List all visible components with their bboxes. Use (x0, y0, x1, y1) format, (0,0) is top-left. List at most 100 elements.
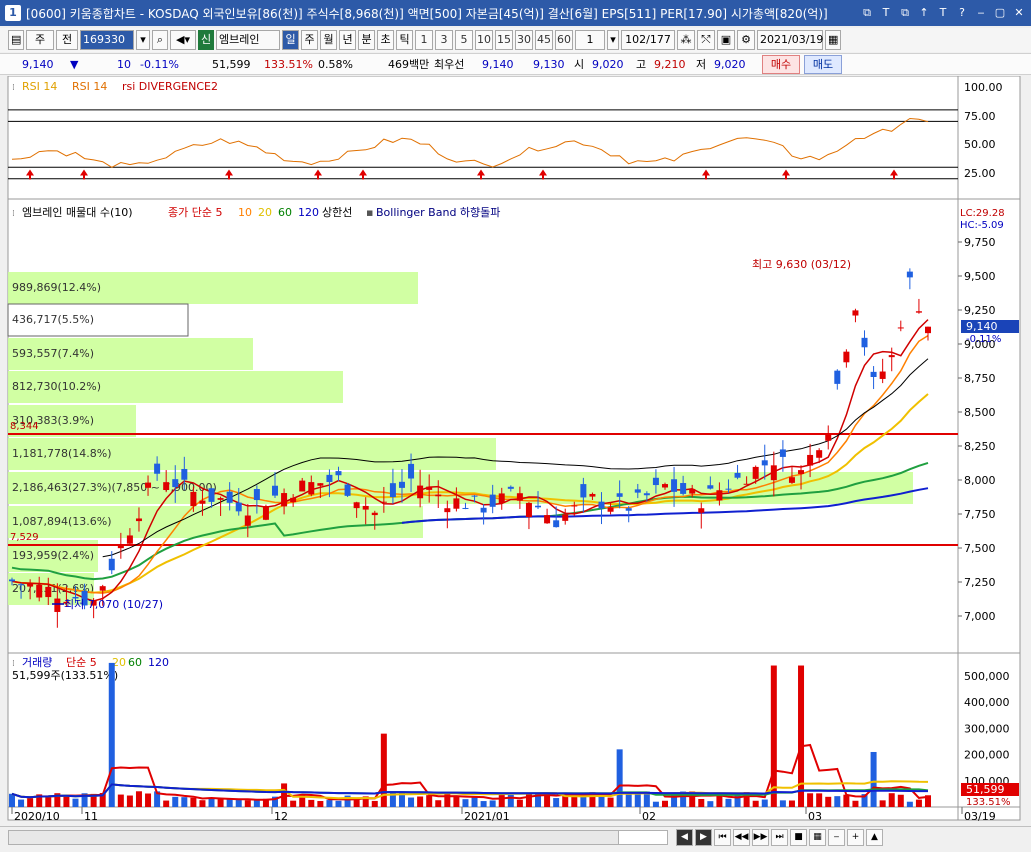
rsi-legend-item[interactable]: RSI 14 (22, 80, 57, 93)
volume: 51,599 (212, 57, 251, 71)
volume-profile-label: 1,087,894(13.6%) (12, 515, 112, 528)
price-legend-item[interactable]: 60 (278, 206, 292, 219)
price-legend-item[interactable]: 20 (258, 206, 272, 219)
settings-icon[interactable]: ⚙ (737, 30, 755, 50)
prev-page-button[interactable]: ◀◀ (733, 829, 750, 846)
price-legend-item[interactable]: 엠브레인 매물대 수(10) (22, 206, 133, 219)
horizontal-scrollbar[interactable] (8, 830, 668, 845)
candle-body (544, 515, 551, 524)
price-legend-item[interactable]: 상한선 (322, 206, 352, 219)
period-month[interactable]: 월 (320, 30, 337, 50)
low-annotation: 최저 7,070 (10/27) (64, 598, 163, 611)
scroll-thumb[interactable] (9, 831, 619, 844)
candle-body (462, 507, 469, 509)
interval-15[interactable]: 15 (495, 30, 513, 50)
sell-button[interactable]: 매도 (804, 55, 842, 74)
minimize-button[interactable]: ‒ (973, 5, 989, 21)
period-minute[interactable]: 분 (358, 30, 375, 50)
interval-input[interactable]: 1 (575, 30, 605, 50)
price-axis-label: 7,250 (964, 576, 996, 589)
link-icon[interactable]: ⧉ (859, 5, 875, 21)
period-tick[interactable]: 틱 (396, 30, 413, 50)
high-label: 고 (636, 58, 647, 71)
scroll-right-button[interactable]: ▶ (695, 829, 712, 846)
volume-bar (798, 665, 805, 807)
interval-10[interactable]: 10 (475, 30, 493, 50)
stop-button[interactable]: ■ (790, 829, 807, 846)
grid-toggle-button[interactable]: ▦ (809, 829, 826, 846)
search-icon[interactable]: ⌕ (152, 30, 168, 50)
interval-3[interactable]: 3 (435, 30, 453, 50)
scroll-left-button[interactable]: ◀ (676, 829, 693, 846)
volume-bar (45, 795, 52, 807)
price-legend-item[interactable]: Bollinger Band 하향돌파 (376, 205, 500, 219)
interval-30[interactable]: 30 (515, 30, 533, 50)
amount: 469백만 (388, 58, 430, 71)
calendar-icon[interactable]: ▦ (825, 30, 841, 50)
rsi-legend-item[interactable]: RSI 14 (72, 80, 107, 93)
next-page-button[interactable]: ▶▶ (752, 829, 769, 846)
period-year[interactable]: 년 (339, 30, 356, 50)
x-axis-label: 03/19 (964, 810, 996, 823)
book-icon[interactable]: ▤ (8, 30, 24, 50)
volume-bar (698, 798, 705, 807)
candle-body (408, 463, 415, 479)
candle-body (326, 474, 333, 482)
price-legend-item[interactable]: 120 (298, 206, 319, 219)
volume-bar (888, 793, 895, 807)
candle-body (317, 483, 324, 486)
last-page-button[interactable]: ⏭ (771, 829, 788, 846)
trend-icon[interactable]: ⤲ (697, 30, 715, 50)
price-legend-item[interactable]: 종가 단순 5 (168, 206, 222, 219)
expand-button[interactable]: ▲ (866, 829, 883, 846)
volume-legend-item[interactable]: 단순 5 (66, 656, 97, 669)
candle-body (743, 483, 750, 485)
help-icon[interactable]: ? (954, 5, 970, 21)
speaker-icon[interactable]: ◀▾ (170, 30, 196, 50)
first-page-button[interactable]: ⏮ (714, 829, 731, 846)
prev-select[interactable]: 전 (56, 30, 78, 50)
market-select[interactable]: 주 (26, 30, 54, 50)
maximize-button[interactable]: ▢ (992, 5, 1008, 21)
candle-body (598, 501, 605, 509)
copy-icon[interactable]: ⧉ (897, 5, 913, 21)
text-icon[interactable]: T (878, 5, 894, 21)
rsi-legend-item[interactable]: rsi DIVERGENCE2 (122, 80, 218, 93)
volume-bar (408, 797, 415, 807)
interval-5[interactable]: 5 (455, 30, 473, 50)
save-icon[interactable]: ▣ (717, 30, 735, 50)
close-button[interactable]: ✕ (1011, 5, 1027, 21)
price-legend-item[interactable]: 10 (238, 206, 252, 219)
date-input[interactable]: 2021/03/19 (757, 30, 823, 50)
period-day[interactable]: 일 (282, 30, 299, 50)
zoom-in-button[interactable]: + (847, 829, 864, 846)
period-week[interactable]: 주 (301, 30, 318, 50)
code-dropdown-icon[interactable]: ▾ (136, 30, 150, 50)
interval-45[interactable]: 45 (535, 30, 553, 50)
volume-sub-label: 51,599주(133.51%) (12, 669, 118, 682)
window-icon: 1 (5, 5, 21, 21)
interval-60[interactable]: 60 (555, 30, 573, 50)
volume-ratio: 133.51% (264, 57, 313, 71)
buy-button[interactable]: 매수 (762, 55, 800, 74)
interval-dropdown-icon[interactable]: ▾ (607, 30, 619, 50)
grid-icon[interactable]: ⁂ (677, 30, 695, 50)
candle-body (208, 488, 215, 502)
stock-code-input[interactable]: 169330 (80, 30, 134, 50)
bullet-icon: ▪ (366, 206, 373, 219)
interval-1[interactable]: 1 (415, 30, 433, 50)
pin-icon[interactable]: ↑ (916, 5, 932, 21)
price-axis-label: 8,250 (964, 440, 996, 453)
candle-body (798, 470, 805, 474)
chart-area[interactable]: ⁞ RSI 14 RSI 14 rsi DIVERGENCE2 100.00 75… (0, 76, 1031, 826)
zoom-out-button[interactable]: ‒ (828, 829, 845, 846)
change-pct: -0.11% (140, 57, 179, 71)
period-second[interactable]: 초 (377, 30, 394, 50)
candle-body (843, 351, 850, 363)
volume-legend-item[interactable]: 120 (148, 656, 169, 669)
quote-bar: 9,140 ▼ 10 -0.11% 51,599 133.51% 0.58% 4… (0, 53, 1031, 75)
volume-legend-item[interactable]: 60 (128, 656, 142, 669)
font-icon[interactable]: T (935, 5, 951, 21)
new-badge[interactable]: 신 (198, 30, 214, 50)
volume-legend-item[interactable]: 거래량 (22, 656, 52, 669)
